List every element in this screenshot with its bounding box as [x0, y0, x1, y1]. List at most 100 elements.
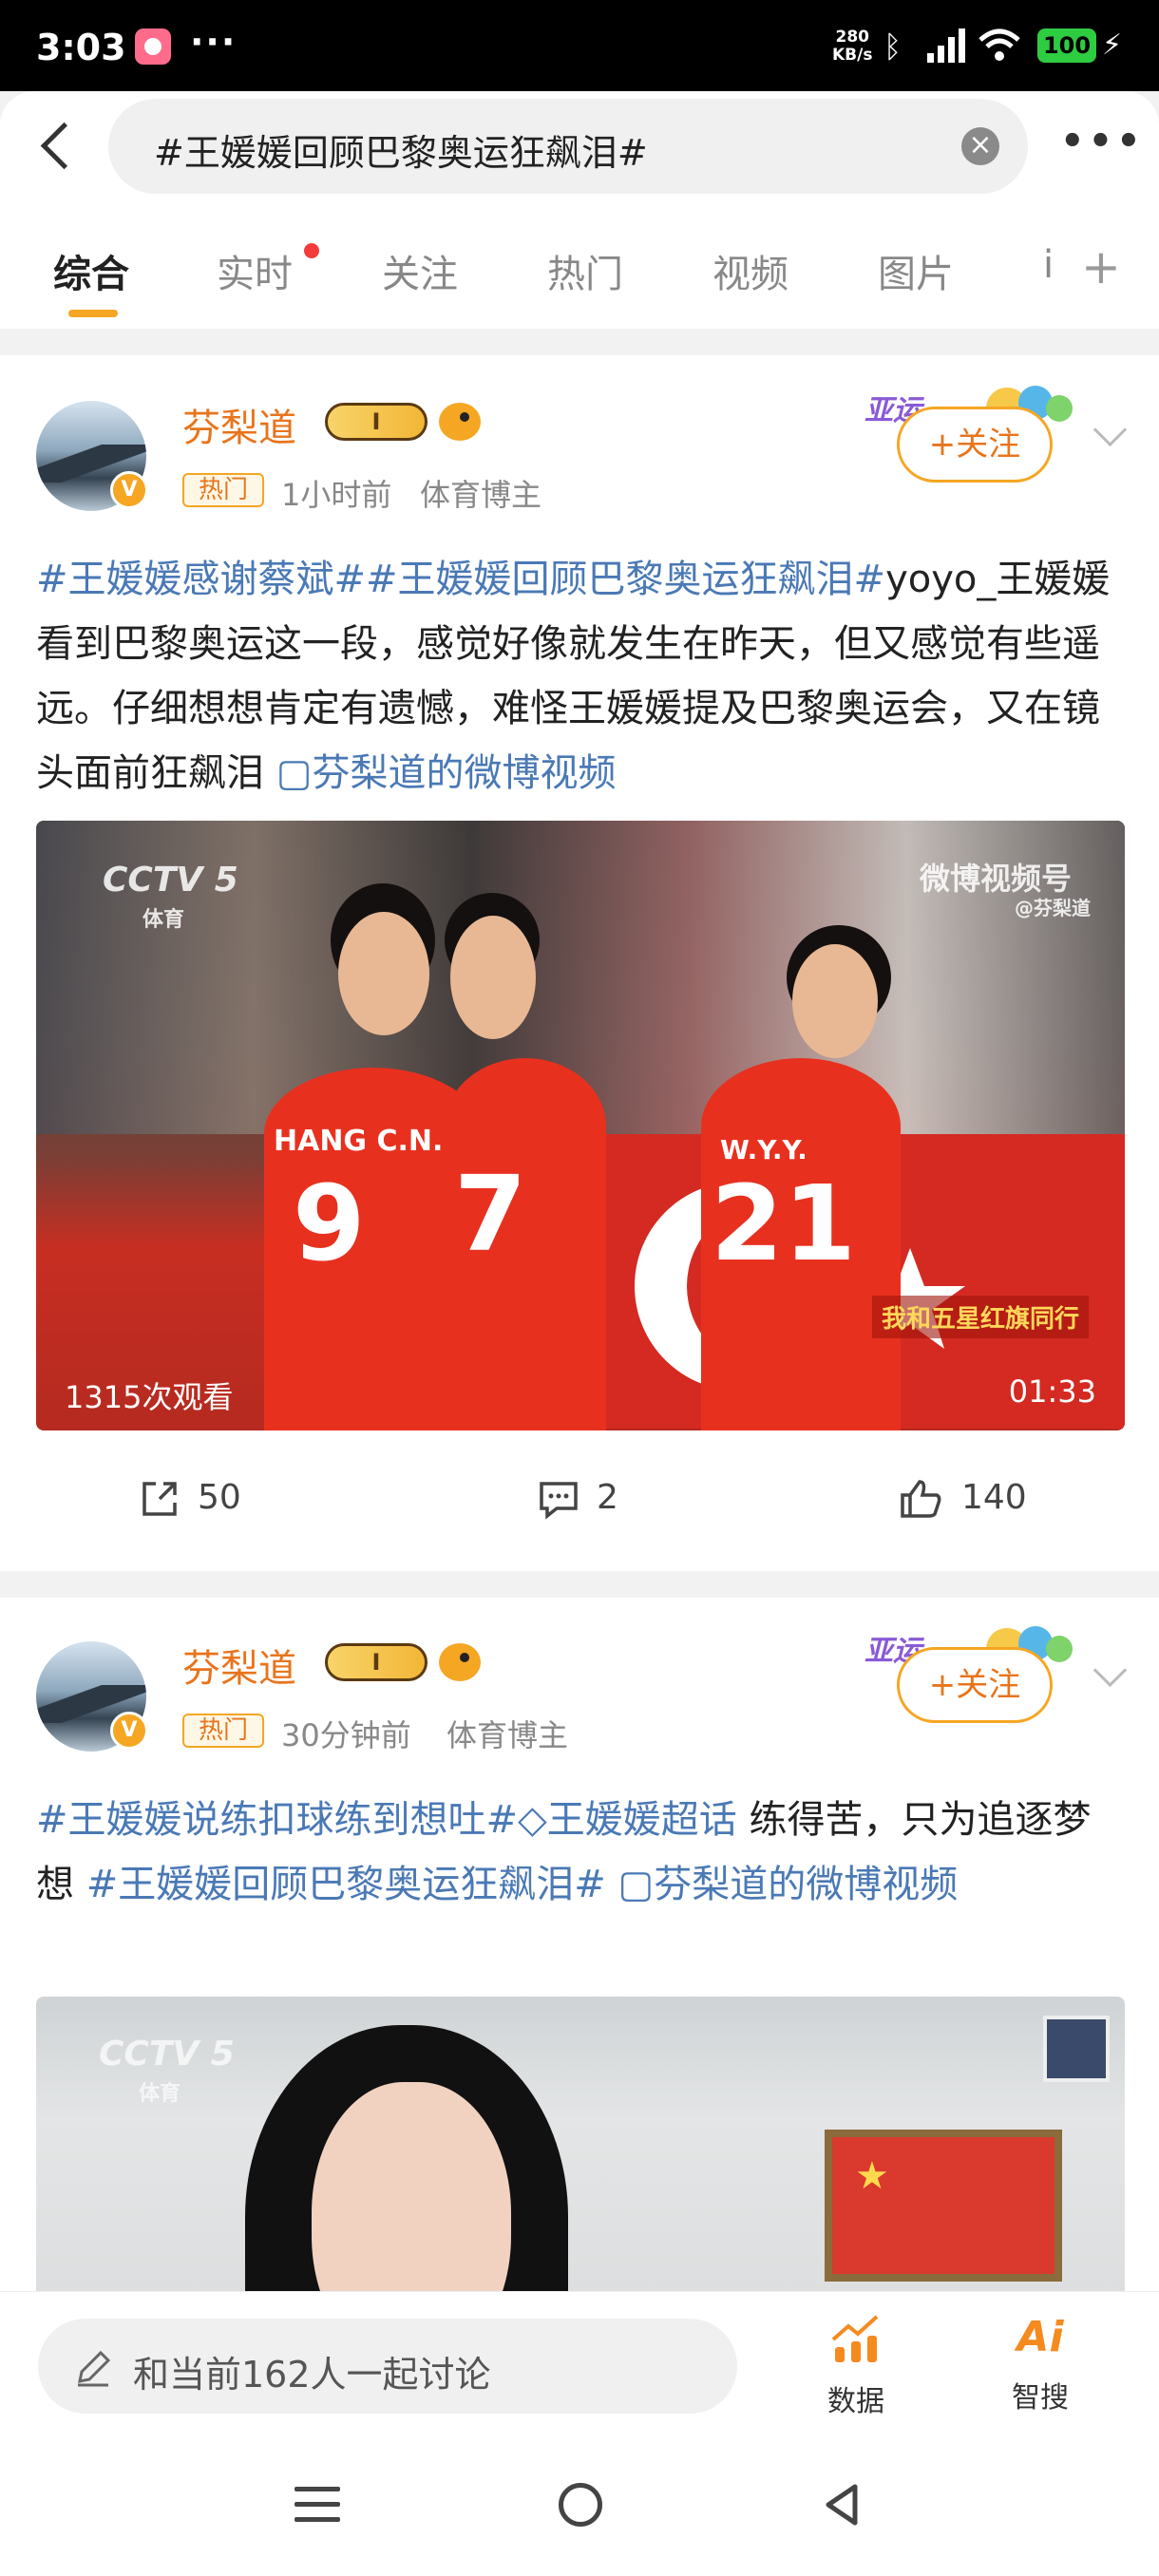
active-tab-indicator: [68, 310, 118, 317]
system-back-button[interactable]: [819, 2481, 864, 2529]
post-time: 30分钟前: [281, 1717, 411, 1753]
clear-search-icon[interactable]: ×: [961, 127, 999, 165]
jersey-number: 21: [711, 1163, 857, 1284]
share-icon: [142, 1482, 177, 1516]
tab-realtime[interactable]: 实时: [217, 243, 293, 298]
level-badge: I: [325, 403, 428, 441]
system-nav-bar: [0, 2434, 1159, 2576]
level-badge: I: [325, 1643, 428, 1681]
player-head: [450, 916, 536, 1039]
tab-following[interactable]: 关注: [382, 243, 458, 298]
view-count: 1315次观看: [65, 1379, 234, 1415]
network-speed: 280 KB/s: [832, 28, 872, 65]
data-button[interactable]: 数据: [804, 2309, 908, 2419]
signal-icon: [927, 28, 965, 63]
pencil-icon: [78, 2350, 111, 2387]
tab-add-icon[interactable]: +: [1081, 239, 1121, 294]
search-input[interactable]: #王媛媛回顾巴黎奥运狂飙泪# ×: [108, 99, 1028, 194]
post-menu-chevron-icon[interactable]: [1091, 1658, 1129, 1696]
like-count: 140: [961, 1478, 1027, 1517]
post-actions: 50 2 140: [0, 1449, 1159, 1554]
player-head: [338, 912, 429, 1035]
network-speed-value: 280: [835, 28, 869, 47]
ai-search-button[interactable]: Ai 智搜: [988, 2309, 1092, 2415]
video-source-link[interactable]: ▢芬梨道的微博视频: [276, 751, 617, 795]
fan-badge-icon: [439, 1643, 481, 1681]
cctv5-sub: 体育: [142, 908, 185, 932]
video-slogan: 我和五星红旗同行: [872, 1296, 1090, 1338]
hot-tag: 热门: [182, 1714, 264, 1748]
super-topic-link[interactable]: ◇王媛媛超话: [518, 1798, 737, 1842]
post-card: V 芬梨道 I 热门 30分钟前 体育博主 亚运 +关注 #王媛媛说练扣球练到想…: [0, 1598, 1159, 2301]
tab-hot[interactable]: 热门: [547, 243, 623, 298]
discuss-placeholder: 和当前162人一起讨论: [133, 2354, 491, 2396]
battery-icon: 100: [1037, 28, 1096, 63]
status-time: 3:03: [36, 27, 126, 68]
discuss-input[interactable]: 和当前162人一起讨论: [38, 2319, 737, 2414]
jersey-name: HANG C.N.: [274, 1125, 444, 1158]
back-button[interactable]: [34, 112, 82, 179]
cctv5-sub: 体育: [139, 2082, 181, 2106]
tab-more-truncated[interactable]: i: [1043, 243, 1054, 287]
bluetooth-icon: ᛒ: [884, 28, 902, 65]
comment-icon: [540, 1482, 578, 1520]
wifi-icon: [978, 28, 1020, 61]
verified-badge: V: [110, 471, 148, 509]
data-label: 数据: [827, 2385, 884, 2418]
network-speed-unit: KB/s: [832, 46, 873, 65]
username[interactable]: 芬梨道: [182, 397, 296, 452]
feed-divider: [0, 1571, 1159, 1598]
tab-video[interactable]: 视频: [712, 243, 788, 298]
hot-tag: 热门: [182, 473, 264, 507]
realtime-unread-dot: [304, 243, 319, 258]
follow-button[interactable]: +关注: [897, 407, 1053, 483]
video-source-link[interactable]: ▢芬梨道的微博视频: [606, 1863, 958, 1906]
post-card: V 芬梨道 I 热门 1小时前 体育博主 亚运 +关注 #王媛媛感谢蔡斌##王媛…: [0, 355, 1159, 1571]
more-options-button[interactable]: •••: [1060, 120, 1141, 167]
share-count: 50: [198, 1478, 241, 1517]
thumbs-up-icon: [901, 1480, 941, 1518]
app-notification-icon: [135, 28, 171, 65]
player-head: [792, 944, 878, 1058]
wall-picture-frame: ★: [825, 2130, 1062, 2282]
comment-count: 2: [597, 1478, 618, 1517]
ai-search-label: 智搜: [1012, 2381, 1069, 2415]
video-player[interactable]: ★ CCTV 5 体育: [36, 1997, 1125, 2301]
star-icon: ★: [855, 2154, 889, 2198]
follow-button[interactable]: +关注: [897, 1647, 1053, 1723]
cctv5-logo: CCTV 5: [103, 861, 238, 900]
ai-icon: Ai: [1016, 2313, 1064, 2361]
topic-link[interactable]: #王媛媛感谢蔡斌##王媛媛回顾巴黎奥运狂飙泪#: [36, 558, 885, 601]
search-tabs: 综合 实时 关注 热门 视频 图片 i: [0, 228, 1159, 323]
video-duration: 01:33: [1008, 1373, 1096, 1410]
bottom-action-bar: 和当前162人一起讨论 数据 Ai 智搜: [0, 2291, 1159, 2434]
post-category: 体育博主: [420, 477, 542, 513]
bar-chart-icon: [831, 2315, 879, 2362]
topic-link[interactable]: #王媛媛回顾巴黎奥运狂飙泪#: [86, 1863, 606, 1906]
fan-badge-icon: [439, 403, 481, 441]
watermark-author: @芬梨道: [1015, 897, 1091, 919]
search-query: #王媛媛回顾巴黎奥运狂飙泪#: [154, 132, 648, 174]
cctv5-logo: CCTV 5: [99, 2035, 235, 2074]
charging-icon: ⚡: [1102, 28, 1123, 62]
post-menu-chevron-icon[interactable]: [1091, 418, 1129, 456]
wall-photo: [1043, 2016, 1110, 2082]
jersey-number: 7: [454, 1153, 527, 1275]
recent-apps-button[interactable]: [294, 2487, 340, 2525]
jersey-name: W.Y.Y.: [720, 1134, 808, 1165]
post-time: 1小时前: [281, 477, 392, 513]
home-button[interactable]: [559, 2483, 602, 2527]
post-category: 体育博主: [446, 1717, 569, 1753]
status-bar: 3:03 ··· 280 KB/s ᛒ 100 ⚡: [0, 0, 1159, 91]
feed-divider: [0, 329, 1159, 355]
post-text: #王媛媛感谢蔡斌##王媛媛回顾巴黎奥运狂飙泪#yoyo_王媛媛 看到巴黎奥运这一…: [36, 547, 1129, 805]
verified-badge: V: [110, 1712, 148, 1750]
video-player[interactable]: HANG C.N. 9 7 W.Y.Y. 21 CCTV 5 体育 微博视频号 …: [36, 821, 1125, 1430]
status-more-icon: ···: [190, 21, 238, 63]
tab-comprehensive[interactable]: 综合: [53, 243, 129, 298]
tab-pictures[interactable]: 图片: [878, 243, 954, 298]
username[interactable]: 芬梨道: [182, 1638, 296, 1693]
post-text: #王媛媛说练扣球练到想吐#◇王媛媛超话 练得苦，只为追逐梦想 #王媛媛回顾巴黎奥…: [36, 1788, 1129, 1917]
jersey-number: 9: [293, 1163, 366, 1284]
topic-link[interactable]: #王媛媛说练扣球练到想吐#: [36, 1798, 518, 1842]
